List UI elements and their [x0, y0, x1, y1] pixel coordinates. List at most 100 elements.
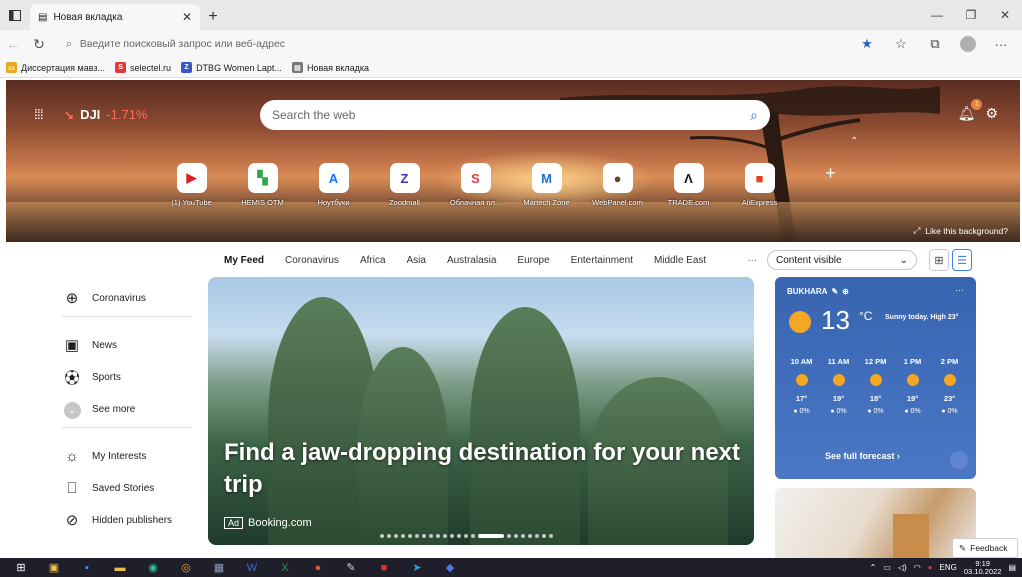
word-icon[interactable]: W — [241, 560, 263, 575]
nav-sports[interactable]: ⚽︎ Sports — [62, 361, 192, 393]
new-tab-button[interactable]: + — [200, 4, 226, 30]
feed-tab[interactable]: Australasia — [447, 255, 496, 266]
search-icon[interactable]: ⌕ — [750, 107, 758, 124]
carousel-dot[interactable] — [478, 534, 504, 538]
app-red-icon[interactable]: ■ — [373, 560, 395, 575]
powerpoint-icon[interactable]: ● — [307, 560, 329, 575]
volume-icon[interactable]: ◁) — [898, 563, 907, 572]
carousel-dot[interactable] — [394, 534, 398, 538]
location-globe-icon[interactable]: ⊕ — [842, 287, 849, 296]
notification-center-icon[interactable]: ▤ — [1008, 563, 1016, 572]
carousel-dot[interactable] — [457, 534, 461, 538]
carousel-dot[interactable] — [464, 534, 468, 538]
like-background-link[interactable]: ⤢ Like this background? — [913, 225, 1008, 236]
tab-new-tab[interactable]: ▤ Новая вкладка ✕ — [30, 4, 200, 30]
notifications-bell-icon[interactable]: 🔔︎ 1 — [958, 99, 983, 122]
quick-link[interactable]: ▶ (1) YouTube — [156, 163, 227, 207]
content-visibility-select[interactable]: Content visible ⌄ — [767, 250, 917, 270]
featured-ad-card[interactable]: Find a jaw-dropping destination for your… — [208, 277, 754, 545]
system-clock[interactable]: 9:19 03.10.2022 — [964, 559, 1002, 576]
feed-tab[interactable]: Coronavirus — [285, 255, 339, 266]
edge-browser-icon[interactable]: ◉ — [142, 560, 164, 575]
quick-link[interactable]: Λ TRADE.com — [653, 163, 724, 207]
refresh-icon[interactable]: ↻ — [26, 31, 52, 57]
excel-icon[interactable]: X — [274, 560, 296, 575]
wifi-icon[interactable]: ◠ — [914, 563, 921, 572]
favorite-star-icon[interactable]: ★ — [852, 33, 882, 55]
carousel-dot[interactable] — [535, 534, 539, 538]
carousel-dot[interactable] — [450, 534, 454, 538]
apps-grid-icon[interactable]: ⁞⁞⁞ — [34, 106, 44, 122]
add-quick-link-button[interactable]: + — [795, 163, 866, 207]
nav-my-interests[interactable]: ☼ My Interests — [62, 440, 192, 472]
feed-tab[interactable]: Middle East — [654, 255, 706, 266]
tray-overflow-icon[interactable]: ⌃ — [870, 563, 877, 572]
restore-icon[interactable]: ❐ — [954, 0, 988, 30]
collapse-caret-icon[interactable]: ⌃ — [850, 136, 858, 147]
grid-view-icon[interactable]: ⊞ — [929, 249, 949, 271]
see-full-forecast-link[interactable]: See full forecast › — [825, 451, 900, 461]
nav-hidden-publishers[interactable]: ⊘ Hidden publishers — [62, 504, 192, 536]
nav-saved-stories[interactable]: ⎕ Saved Stories — [62, 472, 192, 504]
bookmark-item[interactable]: ▤ Новая вкладка — [291, 62, 369, 73]
carousel-dot[interactable] — [408, 534, 412, 538]
paint-icon[interactable]: ✎ — [340, 560, 362, 575]
profile-avatar[interactable] — [960, 36, 976, 52]
chrome-icon[interactable]: ◎ — [175, 560, 197, 575]
carousel-dot[interactable] — [542, 534, 546, 538]
bookmark-item[interactable]: Z DTBG Women Lapt... — [181, 62, 282, 73]
save-disk-icon[interactable]: ▪ — [76, 560, 98, 575]
quick-link[interactable]: ● WebPanel.com — [582, 163, 653, 207]
settings-more-icon[interactable]: ··· — [986, 33, 1016, 55]
feed-tab[interactable]: Entertainment — [571, 255, 633, 266]
tab-actions-icon[interactable] — [0, 0, 30, 30]
list-view-icon[interactable]: ☰ — [952, 249, 972, 271]
store-icon[interactable]: ▣ — [43, 560, 65, 575]
antivirus-icon[interactable]: ● — [928, 563, 933, 572]
bookmark-item[interactable]: ▭ Диссертация мавз... — [6, 62, 105, 73]
settings-gear-icon[interactable]: ⚙ — [985, 105, 998, 122]
shopping-news-card[interactable] — [775, 488, 976, 558]
temperature-unit[interactable]: °C — [859, 309, 872, 323]
quick-link[interactable]: Z Zoodmall — [369, 163, 440, 207]
close-window-icon[interactable]: ✕ — [988, 0, 1022, 30]
stock-ticker[interactable]: ↘ DJI -1.71% — [64, 107, 148, 122]
nav-coronavirus[interactable]: ⊕ Coronavirus — [62, 282, 192, 314]
web-search-box[interactable]: Search the web ⌕ — [260, 100, 770, 130]
feed-tab[interactable]: My Feed — [224, 255, 264, 266]
telegram-icon[interactable]: ➤ — [406, 560, 428, 575]
carousel-dot[interactable] — [387, 534, 391, 538]
weather-radar-icon[interactable] — [950, 451, 968, 469]
carousel-dot[interactable] — [429, 534, 433, 538]
carousel-dot[interactable] — [528, 534, 532, 538]
carousel-dot[interactable] — [443, 534, 447, 538]
quick-link[interactable]: ▚ HEMIS OTM — [227, 163, 298, 207]
collections-icon[interactable]: ⧉ — [920, 33, 950, 55]
quick-link[interactable]: ■ AliExpress — [724, 163, 795, 207]
quick-link[interactable]: A Ноутбуки — [298, 163, 369, 207]
windows-start-icon[interactable]: ⊞ — [10, 560, 32, 575]
nav-news[interactable]: ▣ News — [62, 329, 192, 361]
battery-icon[interactable]: ▭ — [883, 563, 891, 572]
card-headline[interactable]: Find a jaw-dropping destination for your… — [224, 437, 754, 501]
quick-link[interactable]: M Martech Zone — [511, 163, 582, 207]
language-indicator[interactable]: ENG — [940, 563, 957, 572]
feed-tab[interactable]: Europe — [517, 255, 549, 266]
tab-close-icon[interactable]: ✕ — [182, 10, 192, 24]
feedback-button[interactable]: ✎ Feedback — [952, 538, 1018, 558]
feed-more-icon[interactable]: ··· — [747, 255, 757, 266]
bookmark-item[interactable]: Sselectel.ru — [115, 62, 171, 73]
edit-pencil-icon[interactable]: ✎ — [831, 287, 838, 296]
carousel-dot[interactable] — [514, 534, 518, 538]
carousel-dot[interactable] — [422, 534, 426, 538]
nav-see-more[interactable]: ⌄ See more — [62, 393, 192, 425]
more-options-icon[interactable]: ··· — [955, 285, 964, 295]
address-bar[interactable]: ⌕ Введите поисковый запрос или веб-адрес — [58, 33, 846, 55]
app-blue-icon[interactable]: ◆ — [439, 560, 461, 575]
favorites-icon[interactable]: ☆ — [886, 33, 916, 55]
back-icon[interactable]: ← — [0, 31, 26, 57]
carousel-dot[interactable] — [471, 534, 475, 538]
carousel-dot[interactable] — [507, 534, 511, 538]
carousel-dot[interactable] — [415, 534, 419, 538]
carousel-dot[interactable] — [521, 534, 525, 538]
